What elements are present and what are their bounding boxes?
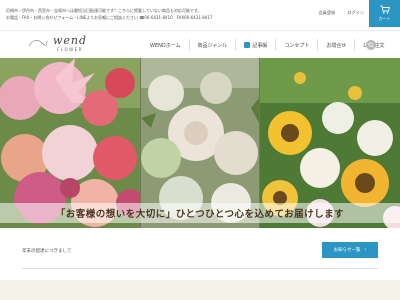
main-nav: WENDホーム 商品ジャンル 記事帳 コンセプト お問合せ LINE注文	[142, 31, 393, 59]
nav-item-journal[interactable]: 記事帳	[235, 39, 275, 51]
hero-banner: 「お客様の想いを大切に」ひとつひとつ心を込めてお届けします	[0, 58, 400, 228]
cart-label: カート	[378, 16, 391, 21]
news-list-button[interactable]: お知らせ一覧 ›	[322, 242, 378, 258]
logo-swirl-icon	[28, 40, 48, 47]
search-button[interactable]	[366, 40, 376, 50]
footer-strip	[0, 280, 400, 300]
hero-tagline: 「お客様の想いを大切に」ひとつひとつ心を込めてお届けします	[0, 203, 400, 223]
top-info-bar: 尼崎市・伊丹市・西宮市・宝塚市へは最短当日配達可能です！こちらに掲載していない商…	[0, 0, 400, 30]
hero-tagline-text: 「お客様の想いを大切に」ひとつひとつ心を込めてお届けします	[55, 209, 345, 220]
nav-item-contact[interactable]: お問合せ	[317, 39, 354, 51]
account-links: 会員登録 ログイン	[318, 10, 364, 16]
nav-item-journal-label: 記事帳	[252, 42, 268, 49]
site-header: wend FLOWER WENDホーム 商品ジャンル 記事帳 コンセプト お問合…	[0, 30, 400, 58]
nav-item-genre[interactable]: 商品ジャンル	[188, 39, 236, 51]
news-section: 年末の配達につきまして お知らせ一覧 ›	[0, 228, 400, 280]
news-list-button-label: お知らせ一覧	[333, 248, 361, 253]
chevron-right-icon: ›	[364, 247, 367, 253]
news-item-link[interactable]: 年末の配達につきまして	[22, 248, 71, 254]
cart-button[interactable]: カート	[369, 0, 400, 27]
site-logo[interactable]: wend FLOWER	[28, 34, 106, 56]
login-link[interactable]: ログイン	[347, 10, 364, 16]
nav-item-home[interactable]: WENDホーム	[142, 39, 189, 51]
divider	[22, 268, 378, 269]
search-icon	[368, 42, 374, 48]
contact-info-text: お電話・FAX・お問い合わせフォーム・LINEよりお気軽にご相談ください ☎06…	[6, 15, 213, 20]
nav-item-concept[interactable]: コンセプト	[275, 39, 317, 51]
cart-icon	[380, 5, 390, 14]
instagram-icon	[244, 42, 251, 48]
register-link[interactable]: 会員登録	[318, 10, 335, 16]
delivery-info-text: 尼崎市・伊丹市・西宮市・宝塚市へは最短当日配達可能です！こちらに掲載していない商…	[6, 8, 202, 13]
